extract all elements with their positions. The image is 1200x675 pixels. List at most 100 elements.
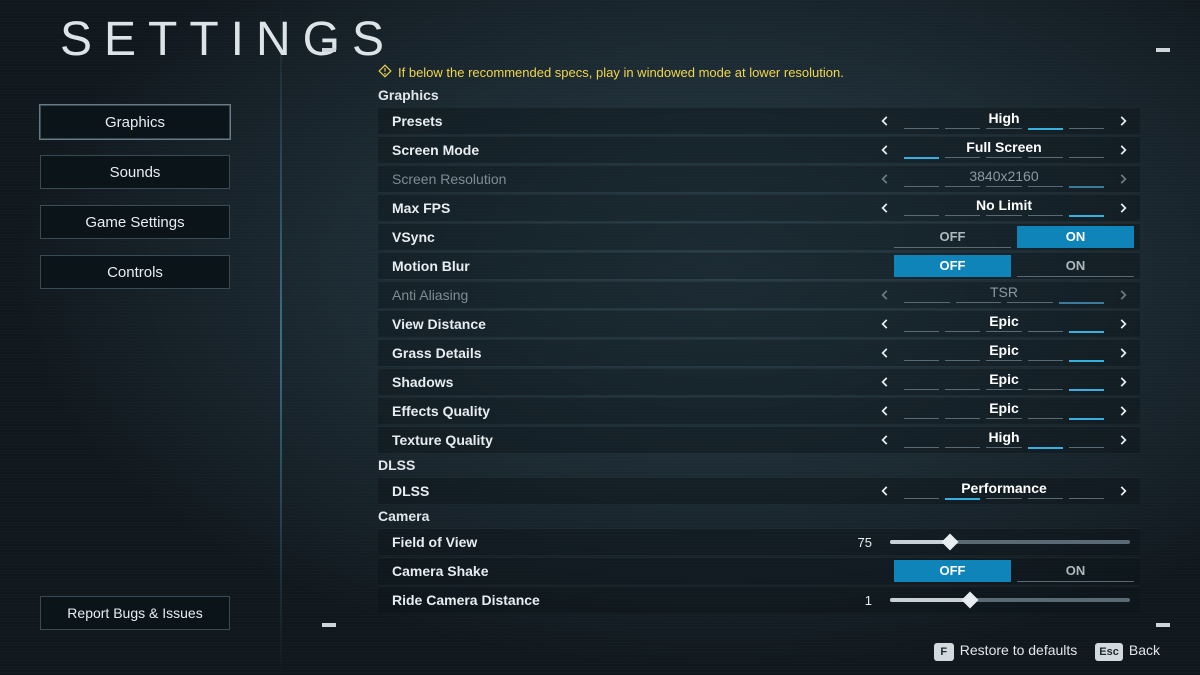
- setting-row-shadows: Shadows Epic: [378, 368, 1140, 395]
- setting-label: Effects Quality: [392, 403, 752, 419]
- selector-value[interactable]: Epic: [904, 401, 1104, 421]
- chevron-right-icon[interactable]: [1112, 313, 1134, 335]
- selector-value[interactable]: High: [904, 430, 1104, 450]
- toggle: OFF ON: [894, 255, 1134, 277]
- setting-label: Motion Blur: [392, 258, 752, 274]
- footer: FRestore to defaults EscBack: [934, 642, 1160, 661]
- sidebar-item-graphics[interactable]: Graphics: [40, 105, 230, 139]
- setting-row-anti-aliasing: Anti Aliasing TSR: [378, 281, 1140, 308]
- chevron-left-icon[interactable]: [874, 110, 896, 132]
- selector-value[interactable]: No Limit: [904, 198, 1104, 218]
- setting-label: Texture Quality: [392, 432, 752, 448]
- setting-label: Ride Camera Distance: [392, 592, 752, 608]
- key-hint: F: [934, 643, 954, 661]
- selector-value[interactable]: Epic: [904, 343, 1104, 363]
- slider-thumb[interactable]: [942, 534, 959, 551]
- setting-row-dlss: DLSS Performance: [378, 477, 1140, 504]
- slider-control: 1: [752, 593, 1134, 608]
- chevron-right-icon[interactable]: [1112, 371, 1134, 393]
- slider-value: 75: [842, 535, 872, 550]
- chevron-left-icon: [874, 284, 896, 306]
- slider-value: 1: [842, 593, 872, 608]
- toggle-on[interactable]: ON: [1017, 255, 1134, 277]
- chevron-left-icon[interactable]: [874, 313, 896, 335]
- setting-row-presets: Presets High: [378, 107, 1140, 134]
- chevron-left-icon[interactable]: [874, 139, 896, 161]
- setting-label: Max FPS: [392, 200, 752, 216]
- selector: Epic: [874, 400, 1134, 422]
- selector-value[interactable]: Epic: [904, 372, 1104, 392]
- toggle: OFF ON: [894, 560, 1134, 582]
- chevron-right-icon[interactable]: [1112, 139, 1134, 161]
- setting-label: VSync: [392, 229, 752, 245]
- selector: High: [874, 110, 1134, 132]
- sidebar-item-sounds[interactable]: Sounds: [40, 155, 230, 189]
- setting-row-max-fps: Max FPS No Limit: [378, 194, 1140, 221]
- chevron-left-icon[interactable]: [874, 197, 896, 219]
- setting-label: View Distance: [392, 316, 752, 332]
- chevron-right-icon[interactable]: [1112, 197, 1134, 219]
- sidebar: Graphics Sounds Game Settings Controls: [40, 105, 230, 289]
- chevron-right-icon[interactable]: [1112, 480, 1134, 502]
- selector-value: TSR: [904, 285, 1104, 305]
- toggle-on[interactable]: ON: [1017, 560, 1134, 582]
- chevron-left-icon[interactable]: [874, 429, 896, 451]
- selector-value[interactable]: High: [904, 111, 1104, 131]
- setting-row-effects-quality: Effects Quality Epic: [378, 397, 1140, 424]
- chevron-left-icon[interactable]: [874, 371, 896, 393]
- corner-mark: [322, 623, 336, 627]
- report-bugs-button[interactable]: Report Bugs & Issues: [40, 596, 230, 630]
- setting-label: DLSS: [392, 483, 752, 499]
- section-header-camera: Camera: [378, 508, 1140, 524]
- chevron-right-icon[interactable]: [1112, 110, 1134, 132]
- back-button[interactable]: EscBack: [1095, 642, 1160, 661]
- setting-row-grass-details: Grass Details Epic: [378, 339, 1140, 366]
- setting-label: Grass Details: [392, 345, 752, 361]
- chevron-left-icon[interactable]: [874, 342, 896, 364]
- setting-row-camera-shake: Camera Shake OFF ON: [378, 557, 1140, 584]
- selector-value[interactable]: Performance: [904, 481, 1104, 501]
- slider-track[interactable]: [890, 598, 1130, 602]
- setting-row-field-of-view: Field of View 75: [378, 528, 1140, 555]
- selector: Epic: [874, 313, 1134, 335]
- chevron-left-icon: [874, 168, 896, 190]
- toggle-off[interactable]: OFF: [894, 255, 1011, 277]
- toggle: OFF ON: [894, 226, 1134, 248]
- setting-row-screen-mode: Screen Mode Full Screen: [378, 136, 1140, 163]
- chevron-right-icon[interactable]: [1112, 400, 1134, 422]
- setting-row-screen-resolution: Screen Resolution 3840x2160: [378, 165, 1140, 192]
- sidebar-item-controls[interactable]: Controls: [40, 255, 230, 289]
- slider-control: 75: [752, 535, 1134, 550]
- page-title: SETTINGS: [60, 12, 396, 67]
- selector: Performance: [874, 480, 1134, 502]
- restore-defaults-button[interactable]: FRestore to defaults: [934, 642, 1078, 661]
- chevron-left-icon[interactable]: [874, 400, 896, 422]
- setting-label: Presets: [392, 113, 752, 129]
- chevron-right-icon[interactable]: [1112, 342, 1134, 364]
- setting-row-ride-camera-distance: Ride Camera Distance 1: [378, 586, 1140, 613]
- slider-track[interactable]: [890, 540, 1130, 544]
- chevron-right-icon: [1112, 168, 1134, 190]
- section-header-graphics: Graphics: [378, 87, 1140, 103]
- chevron-right-icon[interactable]: [1112, 429, 1134, 451]
- slider-thumb[interactable]: [961, 592, 978, 609]
- chevron-left-icon[interactable]: [874, 480, 896, 502]
- toggle-off[interactable]: OFF: [894, 560, 1011, 582]
- selector: Epic: [874, 342, 1134, 364]
- setting-label: Field of View: [392, 534, 752, 550]
- setting-label: Screen Resolution: [392, 171, 752, 187]
- setting-row-motion-blur: Motion Blur OFF ON: [378, 252, 1140, 279]
- selector: 3840x2160: [874, 168, 1134, 190]
- selector-value[interactable]: Epic: [904, 314, 1104, 334]
- sidebar-item-game-settings[interactable]: Game Settings: [40, 205, 230, 239]
- warning-icon: [378, 64, 392, 81]
- setting-row-texture-quality: Texture Quality High: [378, 426, 1140, 453]
- selector-value[interactable]: Full Screen: [904, 140, 1104, 160]
- hint-text: If below the recommended specs, play in …: [378, 64, 1140, 81]
- section-header-dlss: DLSS: [378, 457, 1140, 473]
- setting-row-view-distance: View Distance Epic: [378, 310, 1140, 337]
- toggle-on[interactable]: ON: [1017, 226, 1134, 248]
- toggle-off[interactable]: OFF: [894, 226, 1011, 248]
- selector-value: 3840x2160: [904, 169, 1104, 189]
- setting-label: Camera Shake: [392, 563, 752, 579]
